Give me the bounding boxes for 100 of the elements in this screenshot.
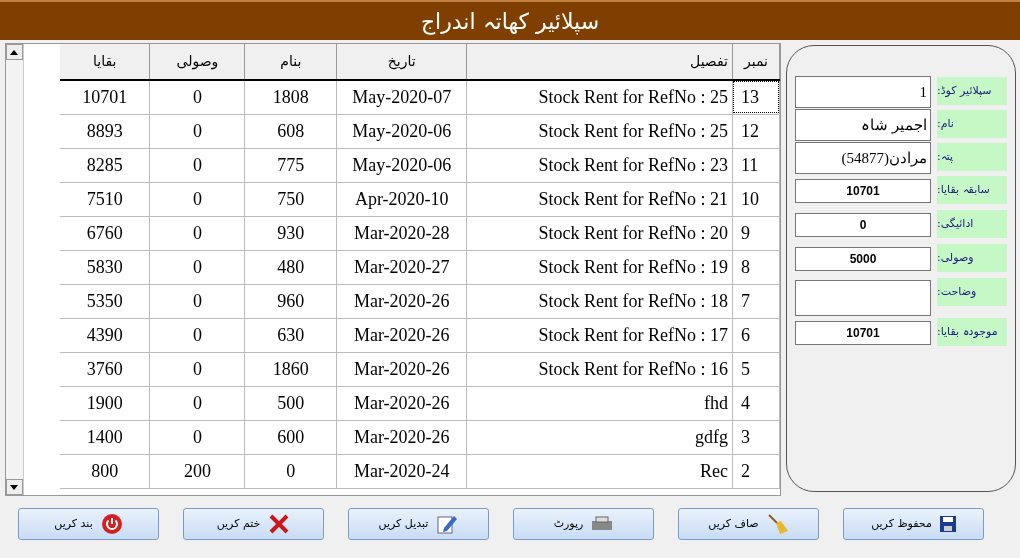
table-cell: 0 bbox=[149, 216, 245, 250]
table-cell: 1860 bbox=[244, 352, 337, 386]
input-field[interactable]: اجمیر شاہ bbox=[795, 109, 931, 141]
input-field[interactable]: 10701 bbox=[795, 179, 931, 203]
table-cell: 0 bbox=[149, 386, 245, 420]
action-button[interactable]: ختم کریں bbox=[183, 508, 324, 540]
table-cell: 0 bbox=[149, 420, 245, 454]
table-cell: Stock Rent for RefNo : 20 bbox=[466, 216, 733, 250]
table-cell: May-2020-06 bbox=[336, 114, 467, 148]
table-cell: 200 bbox=[149, 454, 245, 488]
table-cell: 12 bbox=[732, 114, 780, 148]
input-field[interactable]: 0 bbox=[795, 213, 931, 237]
action-button[interactable]: تبدیل کریں bbox=[348, 508, 489, 540]
table-cell: gdfg bbox=[466, 420, 733, 454]
action-button[interactable]: صاف کریں bbox=[678, 508, 819, 540]
table-cell: Rec bbox=[466, 454, 733, 488]
input-field[interactable]: مرادن(54877) bbox=[795, 142, 931, 174]
table-cell: 0 bbox=[149, 250, 245, 284]
table-cell: Mar-2020-26 bbox=[336, 352, 467, 386]
field-label: موجودہ بقایا: bbox=[937, 318, 1007, 346]
scrollbar[interactable] bbox=[6, 44, 24, 495]
table-cell: 0 bbox=[244, 454, 337, 488]
action-button[interactable]: رپورٹ bbox=[513, 508, 654, 540]
table-cell: Mar-2020-24 bbox=[336, 454, 467, 488]
table-cell: 11 bbox=[732, 148, 780, 182]
action-button[interactable]: محفوظ کریں bbox=[843, 508, 984, 540]
field-label: نام: bbox=[937, 110, 1007, 138]
input-field[interactable]: 1 bbox=[795, 76, 931, 108]
table-cell: Stock Rent for RefNo : 25 bbox=[466, 114, 733, 148]
table-cell: 7 bbox=[732, 284, 780, 318]
table-cell: 8 bbox=[732, 250, 780, 284]
table-cell: Stock Rent for RefNo : 16 bbox=[466, 352, 733, 386]
table-cell: 500 bbox=[244, 386, 337, 420]
table-cell: Stock Rent for RefNo : 18 bbox=[466, 284, 733, 318]
table-cell: 0 bbox=[149, 80, 245, 114]
table-cell: 750 bbox=[244, 182, 337, 216]
input-field[interactable]: 10701 bbox=[795, 321, 931, 345]
table-cell: 1808 bbox=[244, 80, 337, 114]
field-label: سپلائیر کوڈ: bbox=[937, 77, 1007, 105]
table-cell: Stock Rent for RefNo : 21 bbox=[466, 182, 733, 216]
table-cell: 6760 bbox=[59, 216, 150, 250]
table-cell: 600 bbox=[244, 420, 337, 454]
table-cell: 3760 bbox=[59, 352, 150, 386]
table-cell: 775 bbox=[244, 148, 337, 182]
table-cell: Mar-2020-26 bbox=[336, 386, 467, 420]
table-cell: 8893 bbox=[59, 114, 150, 148]
table-cell: 0 bbox=[149, 318, 245, 352]
table-cell: 8285 bbox=[59, 148, 150, 182]
table-cell: 0 bbox=[149, 284, 245, 318]
field-label: وصولی: bbox=[937, 244, 1007, 272]
broom-icon bbox=[766, 513, 789, 535]
table-cell: Stock Rent for RefNo : 25 bbox=[466, 80, 733, 114]
table-cell: 0 bbox=[149, 182, 245, 216]
table-cell: Apr-2020-10 bbox=[336, 182, 467, 216]
table-cell: fhd bbox=[466, 386, 733, 420]
field-label: پتہ: bbox=[937, 143, 1007, 171]
input-field[interactable]: 5000 bbox=[795, 247, 931, 271]
table-cell: 960 bbox=[244, 284, 337, 318]
table-cell: 6 bbox=[732, 318, 780, 352]
column-header[interactable]: بنام bbox=[244, 44, 337, 80]
column-header[interactable]: وصولی bbox=[149, 44, 245, 80]
column-header[interactable]: تاریخ bbox=[336, 44, 467, 80]
table-cell: 0 bbox=[149, 114, 245, 148]
table-cell: Mar-2020-26 bbox=[336, 318, 467, 352]
field-label: سابقہ بقایا: bbox=[937, 176, 1007, 204]
scroll-down-icon[interactable] bbox=[6, 479, 23, 495]
column-header[interactable]: تفصیل bbox=[466, 44, 733, 80]
table-cell: 1400 bbox=[59, 420, 150, 454]
table-cell: 630 bbox=[244, 318, 337, 352]
table-cell: Stock Rent for RefNo : 19 bbox=[466, 250, 733, 284]
table-cell: 930 bbox=[244, 216, 337, 250]
table-cell: Stock Rent for RefNo : 23 bbox=[466, 148, 733, 182]
table-cell: 5 bbox=[732, 352, 780, 386]
table-cell: 9 bbox=[732, 216, 780, 250]
table-cell: 5350 bbox=[59, 284, 150, 318]
table-cell: Stock Rent for RefNo : 17 bbox=[466, 318, 733, 352]
table-cell: 10 bbox=[732, 182, 780, 216]
table-cell: 2 bbox=[732, 454, 780, 488]
column-header[interactable]: نمبر bbox=[732, 44, 780, 80]
table-cell: 4390 bbox=[59, 318, 150, 352]
pencil-icon bbox=[436, 513, 459, 535]
table-cell: Mar-2020-26 bbox=[336, 420, 467, 454]
table-cell: 0 bbox=[149, 148, 245, 182]
table-cell: 13 bbox=[732, 80, 780, 114]
cross-icon bbox=[268, 513, 291, 535]
power-icon bbox=[100, 513, 123, 535]
action-button[interactable]: بند کریں bbox=[18, 508, 159, 540]
table-cell: Mar-2020-28 bbox=[336, 216, 467, 250]
table-cell: 480 bbox=[244, 250, 337, 284]
column-header[interactable]: بقایا bbox=[59, 44, 150, 80]
table-cell: 10701 bbox=[59, 80, 150, 114]
field-label: ادائیگی: bbox=[937, 210, 1007, 238]
table-cell: 608 bbox=[244, 114, 337, 148]
table-cell: 800 bbox=[59, 454, 150, 488]
table-cell: 4 bbox=[732, 386, 780, 420]
table-cell: 5830 bbox=[59, 250, 150, 284]
table-cell: 1900 bbox=[59, 386, 150, 420]
table-cell: May-2020-06 bbox=[336, 148, 467, 182]
scroll-up-icon[interactable] bbox=[6, 44, 23, 60]
input-field[interactable] bbox=[795, 280, 931, 316]
